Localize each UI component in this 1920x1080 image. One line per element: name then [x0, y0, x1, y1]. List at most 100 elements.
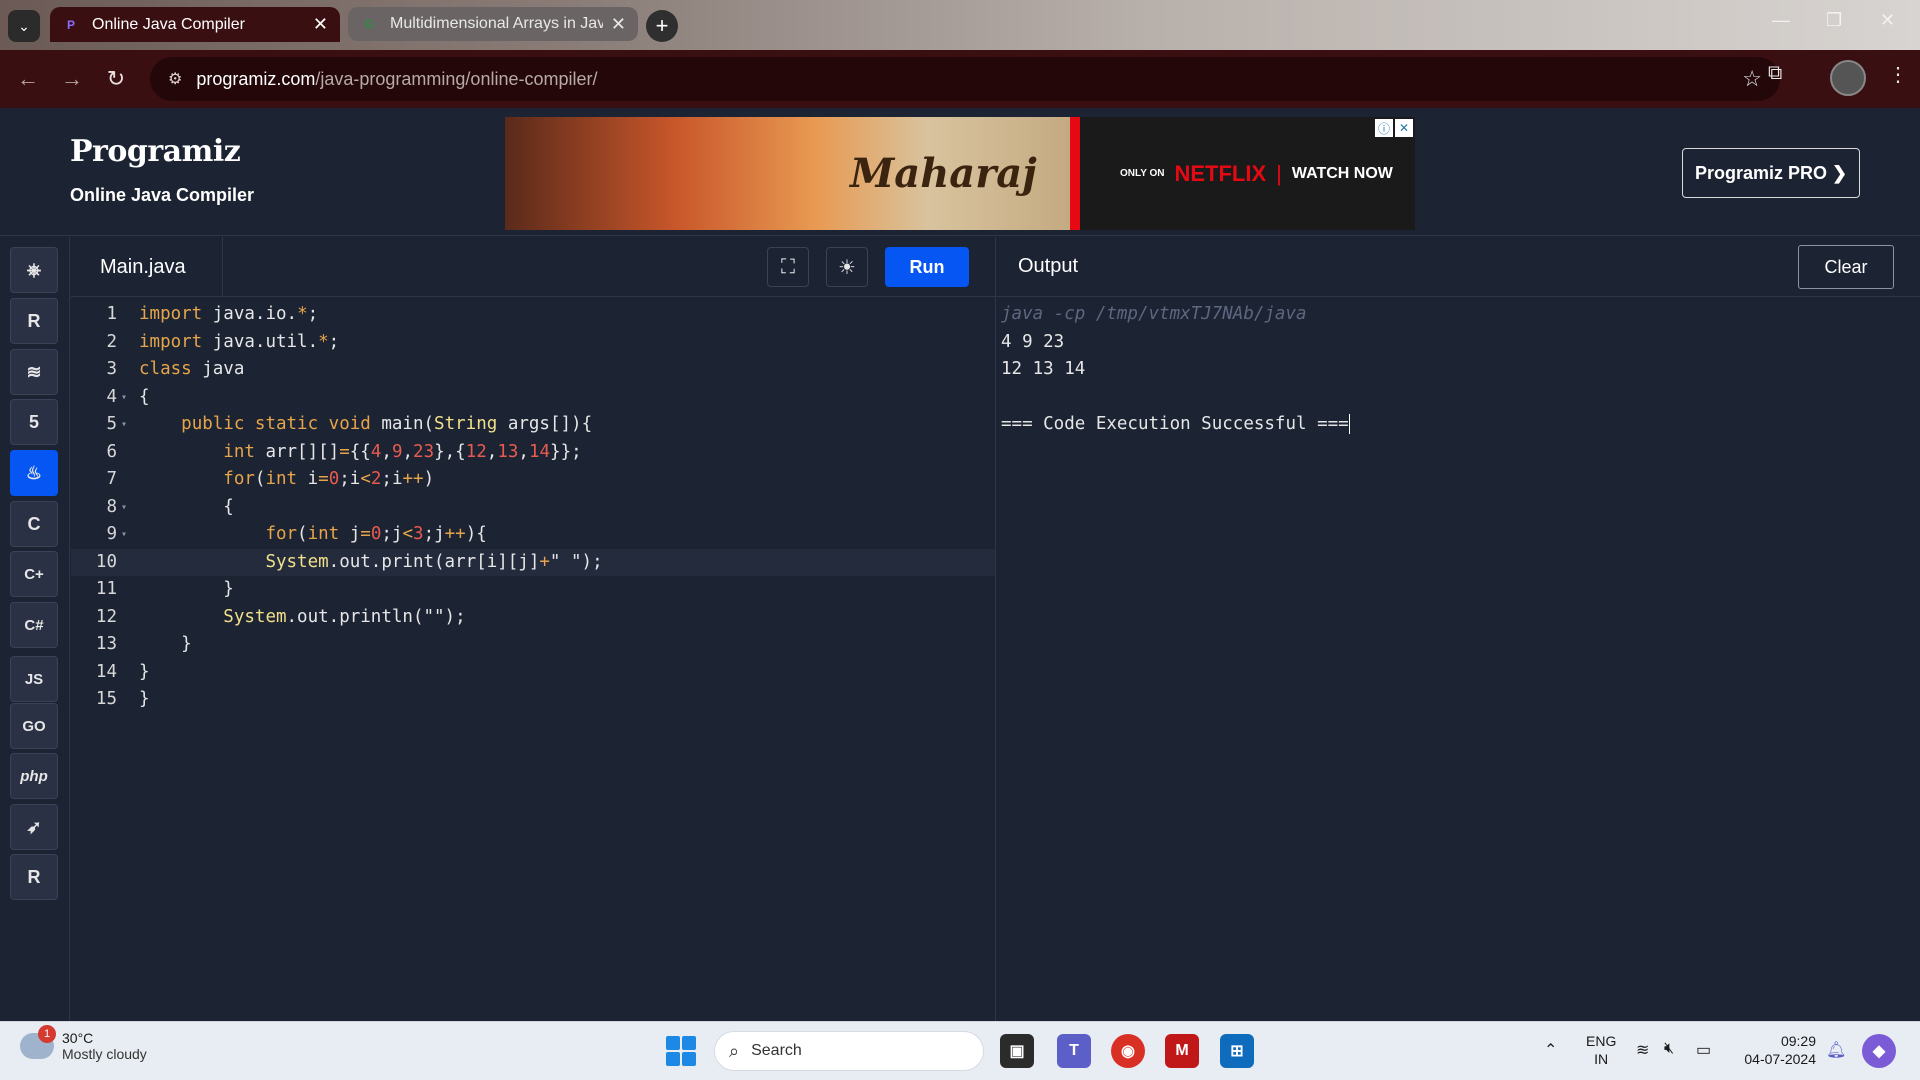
- back-icon[interactable]: ←: [12, 63, 44, 95]
- ad-close-icon[interactable]: ✕: [1395, 119, 1413, 137]
- programiz-favicon-icon: P: [66, 17, 75, 32]
- window-close-icon[interactable]: ✕: [1880, 10, 1895, 31]
- forward-icon[interactable]: →: [56, 63, 88, 95]
- weather-widget[interactable]: 1 30°C Mostly cloudy: [20, 1025, 147, 1062]
- reload-icon[interactable]: ↻: [100, 63, 132, 95]
- browser-toolbar: ← → ↻ ⚙ programiz.com /java-programming/…: [0, 50, 1920, 108]
- rail-item-cpp[interactable]: C+: [10, 551, 58, 597]
- wifi-icon[interactable]: ≋: [1636, 1040, 1649, 1060]
- programiz-pro-button[interactable]: Programiz PRO ❯: [1682, 148, 1860, 198]
- chrome-icon[interactable]: ◉: [1111, 1034, 1145, 1068]
- volume-muted-icon[interactable]: 🔇︎: [1664, 1040, 1674, 1058]
- code-line-current: 10 System.out.print(arr[i][j]+" ");: [71, 548, 995, 576]
- weather-condition: Mostly cloudy: [62, 1046, 147, 1062]
- rail-item-go[interactable]: GO: [10, 703, 58, 749]
- code-line: 13 }: [95, 634, 192, 654]
- site-info-icon[interactable]: ⚙: [168, 69, 182, 89]
- rail-item-rust[interactable]: R: [10, 854, 58, 900]
- rail-item-java[interactable]: ♨: [10, 450, 58, 496]
- extensions-icon[interactable]: ⧉: [1768, 62, 1782, 85]
- teams-icon[interactable]: T: [1057, 1034, 1091, 1068]
- tab-online-java-compiler[interactable]: P Online Java Compiler ✕: [50, 7, 340, 42]
- go-icon: GO: [22, 717, 46, 735]
- file-tab-main-java[interactable]: Main.java: [71, 237, 223, 297]
- notification-badge: 1: [38, 1025, 56, 1043]
- notification-bell-icon[interactable]: 🔔︎: [1826, 1040, 1846, 1060]
- browser-menu-icon[interactable]: ⋮: [1888, 62, 1908, 87]
- code-line: 8 ▾ {: [71, 494, 995, 522]
- fullscreen-icon[interactable]: ⛶: [767, 247, 809, 287]
- weather-temperature: 30°C: [62, 1030, 94, 1046]
- output-line: 12 13 14: [1001, 359, 1086, 379]
- profile-avatar[interactable]: [1830, 60, 1866, 96]
- ad-info-icon[interactable]: ⓘ: [1375, 119, 1393, 137]
- page-subtitle: Online Java Compiler: [70, 185, 255, 205]
- rail-item-js[interactable]: JS: [10, 656, 58, 702]
- run-button[interactable]: Run: [885, 247, 969, 287]
- tab-multidimensional-arrays[interactable]: G Multidimensional Arrays in Java ✕: [348, 7, 638, 41]
- code-line: 4 ▾{: [71, 384, 995, 412]
- tab-search-button[interactable]: ⌄: [8, 10, 40, 42]
- windows-taskbar: 1 30°C Mostly cloudy ⌕ Search ▣ T ◉ M ⊞ …: [0, 1021, 1920, 1080]
- url-host: programiz.com: [196, 68, 316, 89]
- clear-button[interactable]: Clear: [1798, 245, 1894, 289]
- advertisement-banner[interactable]: Maharaj ONLY ON NETFLIX | WATCH NOW ⓘ ✕: [505, 117, 1415, 230]
- rail-item-swift[interactable]: ➶: [10, 804, 58, 850]
- microsoft-store-icon[interactable]: ⊞: [1220, 1034, 1254, 1068]
- rail-item-php[interactable]: php: [10, 753, 58, 799]
- close-tab-icon[interactable]: ✕: [313, 14, 328, 35]
- gfg-favicon-icon: G: [364, 17, 374, 31]
- rail-item-html[interactable]: 5: [10, 399, 58, 445]
- output-console[interactable]: java -cp /tmp/vtmxTJ7NAb/java 4 9 23 12 …: [995, 297, 1920, 1021]
- ad-only-on: ONLY ON: [1120, 168, 1165, 179]
- lang-code: ENG: [1586, 1033, 1617, 1049]
- cpp-icon: C+: [24, 565, 44, 583]
- task-view-icon[interactable]: ▣: [1000, 1034, 1034, 1068]
- browser-tabstrip: ⌄ P Online Java Compiler ✕ G Multidimens…: [0, 0, 1920, 50]
- mcafee-icon[interactable]: M: [1165, 1034, 1199, 1068]
- cloud-icon: 1: [20, 1025, 56, 1059]
- code-line: 9 ▾ for(int j=0;j<3;j++){: [71, 521, 995, 549]
- site-header: Programiz Online Java Compiler Maharaj O…: [0, 108, 1920, 236]
- ad-title: Maharaj: [850, 150, 1037, 197]
- battery-icon[interactable]: ▭: [1696, 1040, 1711, 1060]
- ad-image: Maharaj: [505, 117, 1070, 230]
- code-line: 6 int arr[][]={{4,9,23},{12,13,14}};: [106, 441, 582, 462]
- rail-item-sql[interactable]: ≋: [10, 349, 58, 395]
- rail-item-c[interactable]: C: [10, 501, 58, 547]
- new-tab-button[interactable]: +: [646, 10, 678, 42]
- system-clock[interactable]: 09:29 04-07-2024: [1738, 1032, 1816, 1068]
- text-caret: [1348, 414, 1350, 434]
- theme-toggle-icon[interactable]: ☀: [826, 247, 868, 287]
- rail-item-r[interactable]: R: [10, 298, 58, 344]
- rust-icon: R: [27, 866, 41, 887]
- output-status-text: === Code Execution Successful ===: [1001, 414, 1349, 434]
- fold-arrow-icon: ▾: [121, 501, 128, 513]
- c-icon: C: [27, 513, 41, 534]
- js-icon: JS: [24, 670, 44, 688]
- code-line: 14}: [95, 661, 150, 682]
- windows-start-icon[interactable]: [666, 1036, 696, 1066]
- copilot-icon[interactable]: ◆: [1862, 1034, 1896, 1068]
- code-line: 12 System.out.println("");: [95, 606, 466, 627]
- csharp-icon: C#: [24, 616, 44, 634]
- taskbar-search[interactable]: ⌕ Search: [714, 1031, 984, 1071]
- sql-icon: ≋: [26, 361, 42, 382]
- rail-item-csharp[interactable]: C#: [10, 602, 58, 648]
- code-editor[interactable]: 1 import java.io.*; 2 import java.util.*; …: [71, 297, 995, 1021]
- php-icon: php: [20, 767, 48, 785]
- ad-brand: NETFLIX: [1174, 160, 1267, 186]
- fold-arrow-icon: ▾: [121, 419, 128, 430]
- restore-icon[interactable]: ❐: [1826, 10, 1842, 31]
- address-bar[interactable]: ⚙ programiz.com /java-programming/online…: [150, 57, 1780, 101]
- minimize-icon[interactable]: —: [1772, 10, 1790, 31]
- show-hidden-icons-icon[interactable]: ⌃: [1544, 1040, 1557, 1060]
- rail-item-python[interactable]: ⎈: [10, 247, 58, 293]
- url-path: /java-programming/online-compiler/: [315, 68, 598, 89]
- output-header: Output Clear: [995, 237, 1920, 297]
- bookmark-star-icon[interactable]: ☆: [1742, 66, 1762, 92]
- programiz-logo[interactable]: Programiz: [70, 134, 241, 169]
- input-language[interactable]: ENG IN: [1586, 1032, 1616, 1068]
- close-tab-icon[interactable]: ✕: [611, 14, 626, 35]
